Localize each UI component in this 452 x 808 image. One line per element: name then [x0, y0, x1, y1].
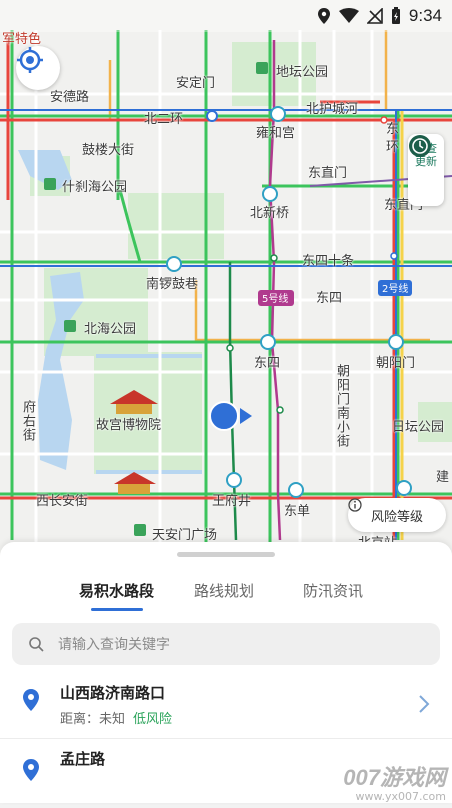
item-distance: 距离：未知	[60, 712, 126, 727]
map-label-dongsi-station: 东四	[254, 356, 281, 371]
map-label-line5: 5号线	[262, 294, 289, 305]
map-label-chaoyangmen-st: 朝阳门南小街	[334, 364, 349, 448]
search-box[interactable]	[12, 623, 440, 667]
map-label-nanluoguxiang: 南锣鼓巷	[146, 277, 199, 292]
location-marker-icon	[23, 689, 39, 711]
map-label-dongsishitiao: 东四十条	[302, 254, 355, 269]
risk-level-label: 风险等级	[370, 509, 423, 525]
item-title: 山西路济南路口	[60, 684, 166, 702]
item-subtitle: 距离：未知 低风险	[60, 708, 172, 727]
info-icon	[348, 498, 362, 512]
map-view[interactable]: 军特色 安德路 安定门 地坛公园 北二环 北护城河 雍和宫 鼓楼大街 东直门 什…	[0, 0, 452, 560]
map-label-dongsi-area: 东四	[316, 291, 343, 306]
map-label-shichahai: 什刹海公园	[62, 180, 128, 195]
status-bar: 9:34	[0, 0, 452, 32]
clock-icon	[409, 135, 431, 157]
map-label-andingmen: 安定门	[176, 76, 216, 91]
check-update-button[interactable]: 检查更新	[408, 134, 444, 206]
map-label-line2: 2号线	[382, 284, 409, 295]
map-label-huan: 环	[386, 140, 400, 155]
map-label-beierhuan: 北二环	[144, 112, 184, 127]
location-pin-icon	[317, 8, 330, 24]
map-label-dongdan: 东单	[284, 504, 311, 519]
search-icon	[29, 637, 44, 652]
map-label-yonghegong: 雍和宫	[256, 126, 296, 141]
map-label-xichangan: 西长安街	[36, 494, 89, 509]
chevron-right-icon	[419, 695, 430, 713]
map-label-chaoyangmen: 朝阳门	[376, 356, 416, 371]
sheet-drag-handle[interactable]	[177, 552, 275, 557]
active-tab-indicator	[91, 608, 143, 611]
map-label-anding-rd: 安德路	[50, 90, 90, 105]
map-label-beihai: 北海公园	[84, 322, 137, 337]
tab-bar: 易积水路段 路线规划 防汛资讯	[0, 580, 452, 610]
map-label-gulou: 鼓楼大街	[82, 143, 135, 158]
map-label-jian: 建	[436, 470, 450, 485]
map-label-wangfujing: 王府井	[212, 494, 252, 509]
no-signal-icon	[366, 8, 383, 24]
map-label-ritan: 日坛公园	[392, 420, 445, 435]
map-label-beixinqiao: 北新桥	[250, 206, 290, 221]
tab-waterlogging[interactable]: 易积水路段	[79, 580, 154, 601]
item-title: 孟庄路	[60, 750, 106, 768]
tab-route-planning[interactable]: 路线规划	[194, 580, 254, 601]
map-label-beihuchenghe: 北护城河	[306, 102, 359, 117]
map-label-tiananmen: 天安门广场	[152, 528, 218, 543]
watermark-brand: 007游戏网	[343, 765, 446, 790]
locate-button[interactable]	[16, 46, 60, 90]
map-label-dongzhimen: 东直门	[308, 166, 348, 181]
search-input[interactable]	[56, 623, 430, 667]
item-risk-badge: 低风险	[133, 712, 173, 727]
map-label-dong: 东	[386, 122, 400, 137]
battery-charging-icon	[391, 7, 400, 24]
list-item[interactable]: 山西路济南路口 距离：未知 低风险	[0, 672, 452, 738]
wifi-icon	[338, 8, 359, 23]
crosshair-icon	[17, 47, 43, 73]
status-time: 9:34	[408, 6, 442, 25]
map-label-fuyoujie: 府右街	[20, 400, 35, 442]
risk-level-button[interactable]: 风险等级	[348, 498, 446, 532]
map-label-palace: 故宫博物院	[96, 418, 162, 433]
list-divider	[0, 738, 452, 739]
location-marker-icon	[23, 759, 39, 781]
tab-flood-news[interactable]: 防汛资讯	[303, 580, 363, 601]
watermark-url: www.yx007.com	[355, 790, 446, 803]
watermark: 007游戏网 www.yx007.com	[343, 760, 446, 803]
map-label-ditan-park: 地坛公园	[276, 65, 329, 80]
